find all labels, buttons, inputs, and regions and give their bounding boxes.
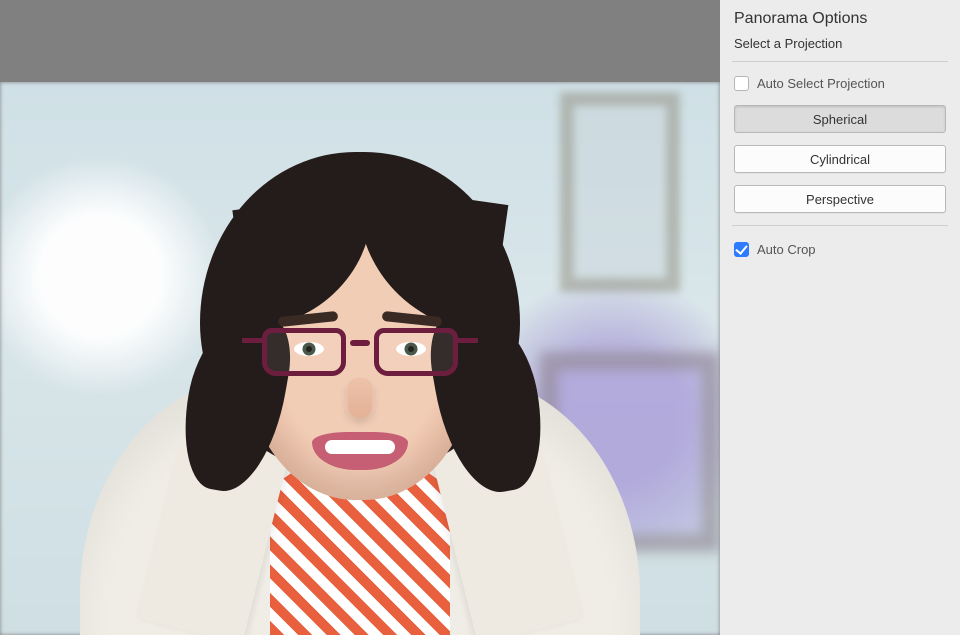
projection-spherical-button[interactable]: Spherical — [734, 105, 946, 133]
auto-select-projection-label[interactable]: Auto Select Projection — [757, 76, 885, 91]
panel-title: Panorama Options — [734, 10, 946, 28]
auto-crop-label[interactable]: Auto Crop — [757, 242, 816, 257]
projection-cylindrical-button[interactable]: Cylindrical — [734, 145, 946, 173]
auto-select-projection-checkbox[interactable] — [734, 76, 749, 91]
preview-image[interactable] — [0, 82, 720, 635]
canvas-column — [0, 0, 720, 635]
panel-subtitle: Select a Projection — [734, 36, 946, 51]
divider — [732, 225, 948, 226]
panorama-options-panel: Panorama Options Select a Projection Aut… — [720, 0, 960, 635]
divider — [732, 61, 948, 62]
projection-perspective-button[interactable]: Perspective — [734, 185, 946, 213]
auto-crop-checkbox[interactable] — [734, 242, 749, 257]
canvas-empty-area — [0, 0, 720, 82]
